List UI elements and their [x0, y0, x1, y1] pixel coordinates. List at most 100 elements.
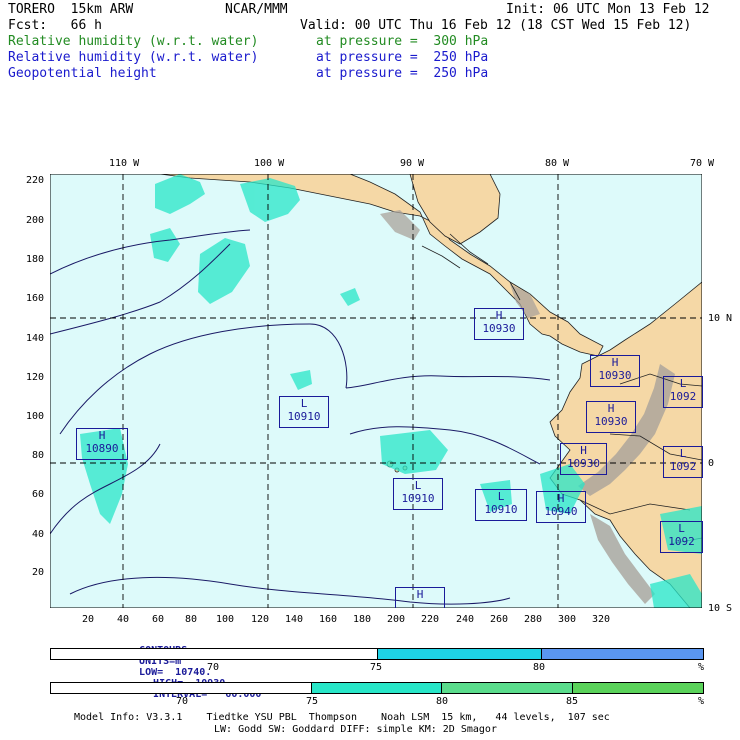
center-value: 10930 [598, 369, 632, 382]
center-value: 1092 [669, 460, 697, 473]
center-value: 10890 [85, 442, 119, 455]
x-tick: 140 [285, 614, 304, 625]
y-tick: 140 [26, 333, 45, 344]
field-2-level: at pressure = 250 hPa [316, 50, 489, 65]
center-type: H [611, 356, 619, 369]
colorbar-label: 70 [207, 662, 220, 673]
center-value: 10930 [482, 322, 516, 335]
x-tick: 260 [490, 614, 509, 625]
lon-label-90w: 90 W [400, 158, 425, 169]
x-tick: 100 [216, 614, 235, 625]
y-tick: 220 [26, 175, 45, 186]
center-value: 10930 [594, 415, 628, 428]
center-box: L 1092 [663, 376, 703, 408]
center-value: 10910 [287, 410, 321, 423]
lon-label-100w: 100 W [254, 158, 285, 169]
center-box: L 10910 [279, 396, 329, 428]
colorbar-250hpa [50, 682, 704, 694]
x-tick: 180 [353, 614, 372, 625]
center-box: H 10930 [395, 587, 445, 608]
x-tick: 280 [524, 614, 543, 625]
colorbar-segment [573, 683, 703, 693]
y-tick: 100 [26, 411, 45, 422]
colorbar-label: 70 [176, 696, 189, 707]
center-box: L 1092 [663, 446, 703, 478]
lat-label-0: 0 [708, 458, 715, 469]
x-tick: 40 [117, 614, 130, 625]
model-info: Model Info: V3.3.1 Tiedtke YSU PBL Thomp… [74, 712, 610, 723]
center-value: 10910 [401, 492, 435, 505]
valid-time: Valid: 00 UTC Thu 16 Feb 12 (18 CST Wed … [300, 18, 692, 33]
y-tick: 40 [32, 529, 45, 540]
center-type: H [580, 444, 587, 457]
center-type: L [679, 447, 687, 460]
field-1-name: Relative humidity (w.r.t. water) [8, 34, 259, 49]
center-value: 10930 [566, 457, 601, 470]
y-tick: 20 [32, 567, 45, 578]
model-physics: LW: Godd SW: Goddard DIFF: simple KM: 2D… [214, 724, 497, 735]
x-tick: 60 [152, 614, 165, 625]
colorbar-segment [312, 683, 442, 693]
center-type: L [679, 377, 687, 390]
colorbar-segment [51, 683, 312, 693]
x-tick: 240 [456, 614, 475, 625]
colorbar-segment [378, 649, 542, 659]
center-type: L [497, 490, 505, 503]
center-value: 1092 [668, 535, 695, 548]
colorbar-300hpa [50, 648, 704, 660]
center-type: H [98, 429, 106, 442]
colorbar-unit: % [698, 662, 705, 673]
y-tick: 200 [26, 215, 45, 226]
x-tick: 300 [558, 614, 577, 625]
center-type: H [557, 492, 565, 505]
lon-label-70w: 70 W [690, 158, 715, 169]
colorbar-label: 80 [436, 696, 449, 707]
center-box: H 10940 [536, 491, 586, 523]
colorbar-label: 85 [566, 696, 579, 707]
colorbar-label: 80 [533, 662, 546, 673]
x-tick: 20 [82, 614, 95, 625]
center-type: L [678, 522, 685, 535]
y-tick: 180 [26, 254, 45, 265]
center-box: H 10890 [76, 428, 128, 460]
y-tick: 120 [26, 372, 45, 383]
x-tick: 160 [319, 614, 338, 625]
center-box: L 10910 [475, 489, 527, 521]
center-box: L 10910 [393, 478, 443, 510]
x-tick: 80 [185, 614, 198, 625]
center-box: H 10930 [474, 308, 524, 340]
center-box: L 1092 [660, 521, 703, 553]
weather-map [50, 174, 702, 608]
center-box: H 10930 [590, 355, 640, 387]
lon-label-80w: 80 W [545, 158, 570, 169]
x-tick: 220 [421, 614, 440, 625]
colorbar-label: 75 [370, 662, 383, 673]
center-type: H [416, 588, 424, 601]
lon-label-110w: 110 W [109, 158, 140, 169]
colorbar-unit: % [698, 696, 705, 707]
colorbar-segment [51, 649, 378, 659]
x-tick: 320 [592, 614, 611, 625]
center-type: H [607, 402, 615, 415]
y-tick: 80 [32, 450, 45, 461]
x-tick: 200 [387, 614, 406, 625]
contours-low: LOW= 10740. [139, 667, 212, 678]
field-3-name: Geopotential height [8, 66, 157, 81]
lat-label-10n: 10 N [708, 313, 733, 324]
init-time: Init: 06 UTC Mon 13 Feb 12 [506, 2, 710, 17]
center-type: L [414, 479, 422, 492]
model-title: TORERO 15km ARW [8, 2, 134, 17]
colorbar-label: 75 [306, 696, 319, 707]
y-tick: 60 [32, 489, 45, 500]
forecast-hour: Fcst: 66 h [8, 18, 102, 33]
y-tick: 160 [26, 293, 45, 304]
center-value: 10910 [484, 503, 518, 516]
field-1-level: at pressure = 300 hPa [316, 34, 489, 49]
lat-label-10s: 10 S [708, 603, 733, 614]
center-value: 10940 [544, 505, 578, 518]
center-title: NCAR/MMM [225, 2, 288, 17]
x-tick: 120 [251, 614, 270, 625]
field-3-level: at pressure = 250 hPa [316, 66, 489, 81]
center-type: H [495, 309, 503, 322]
center-value: 1092 [669, 390, 697, 403]
